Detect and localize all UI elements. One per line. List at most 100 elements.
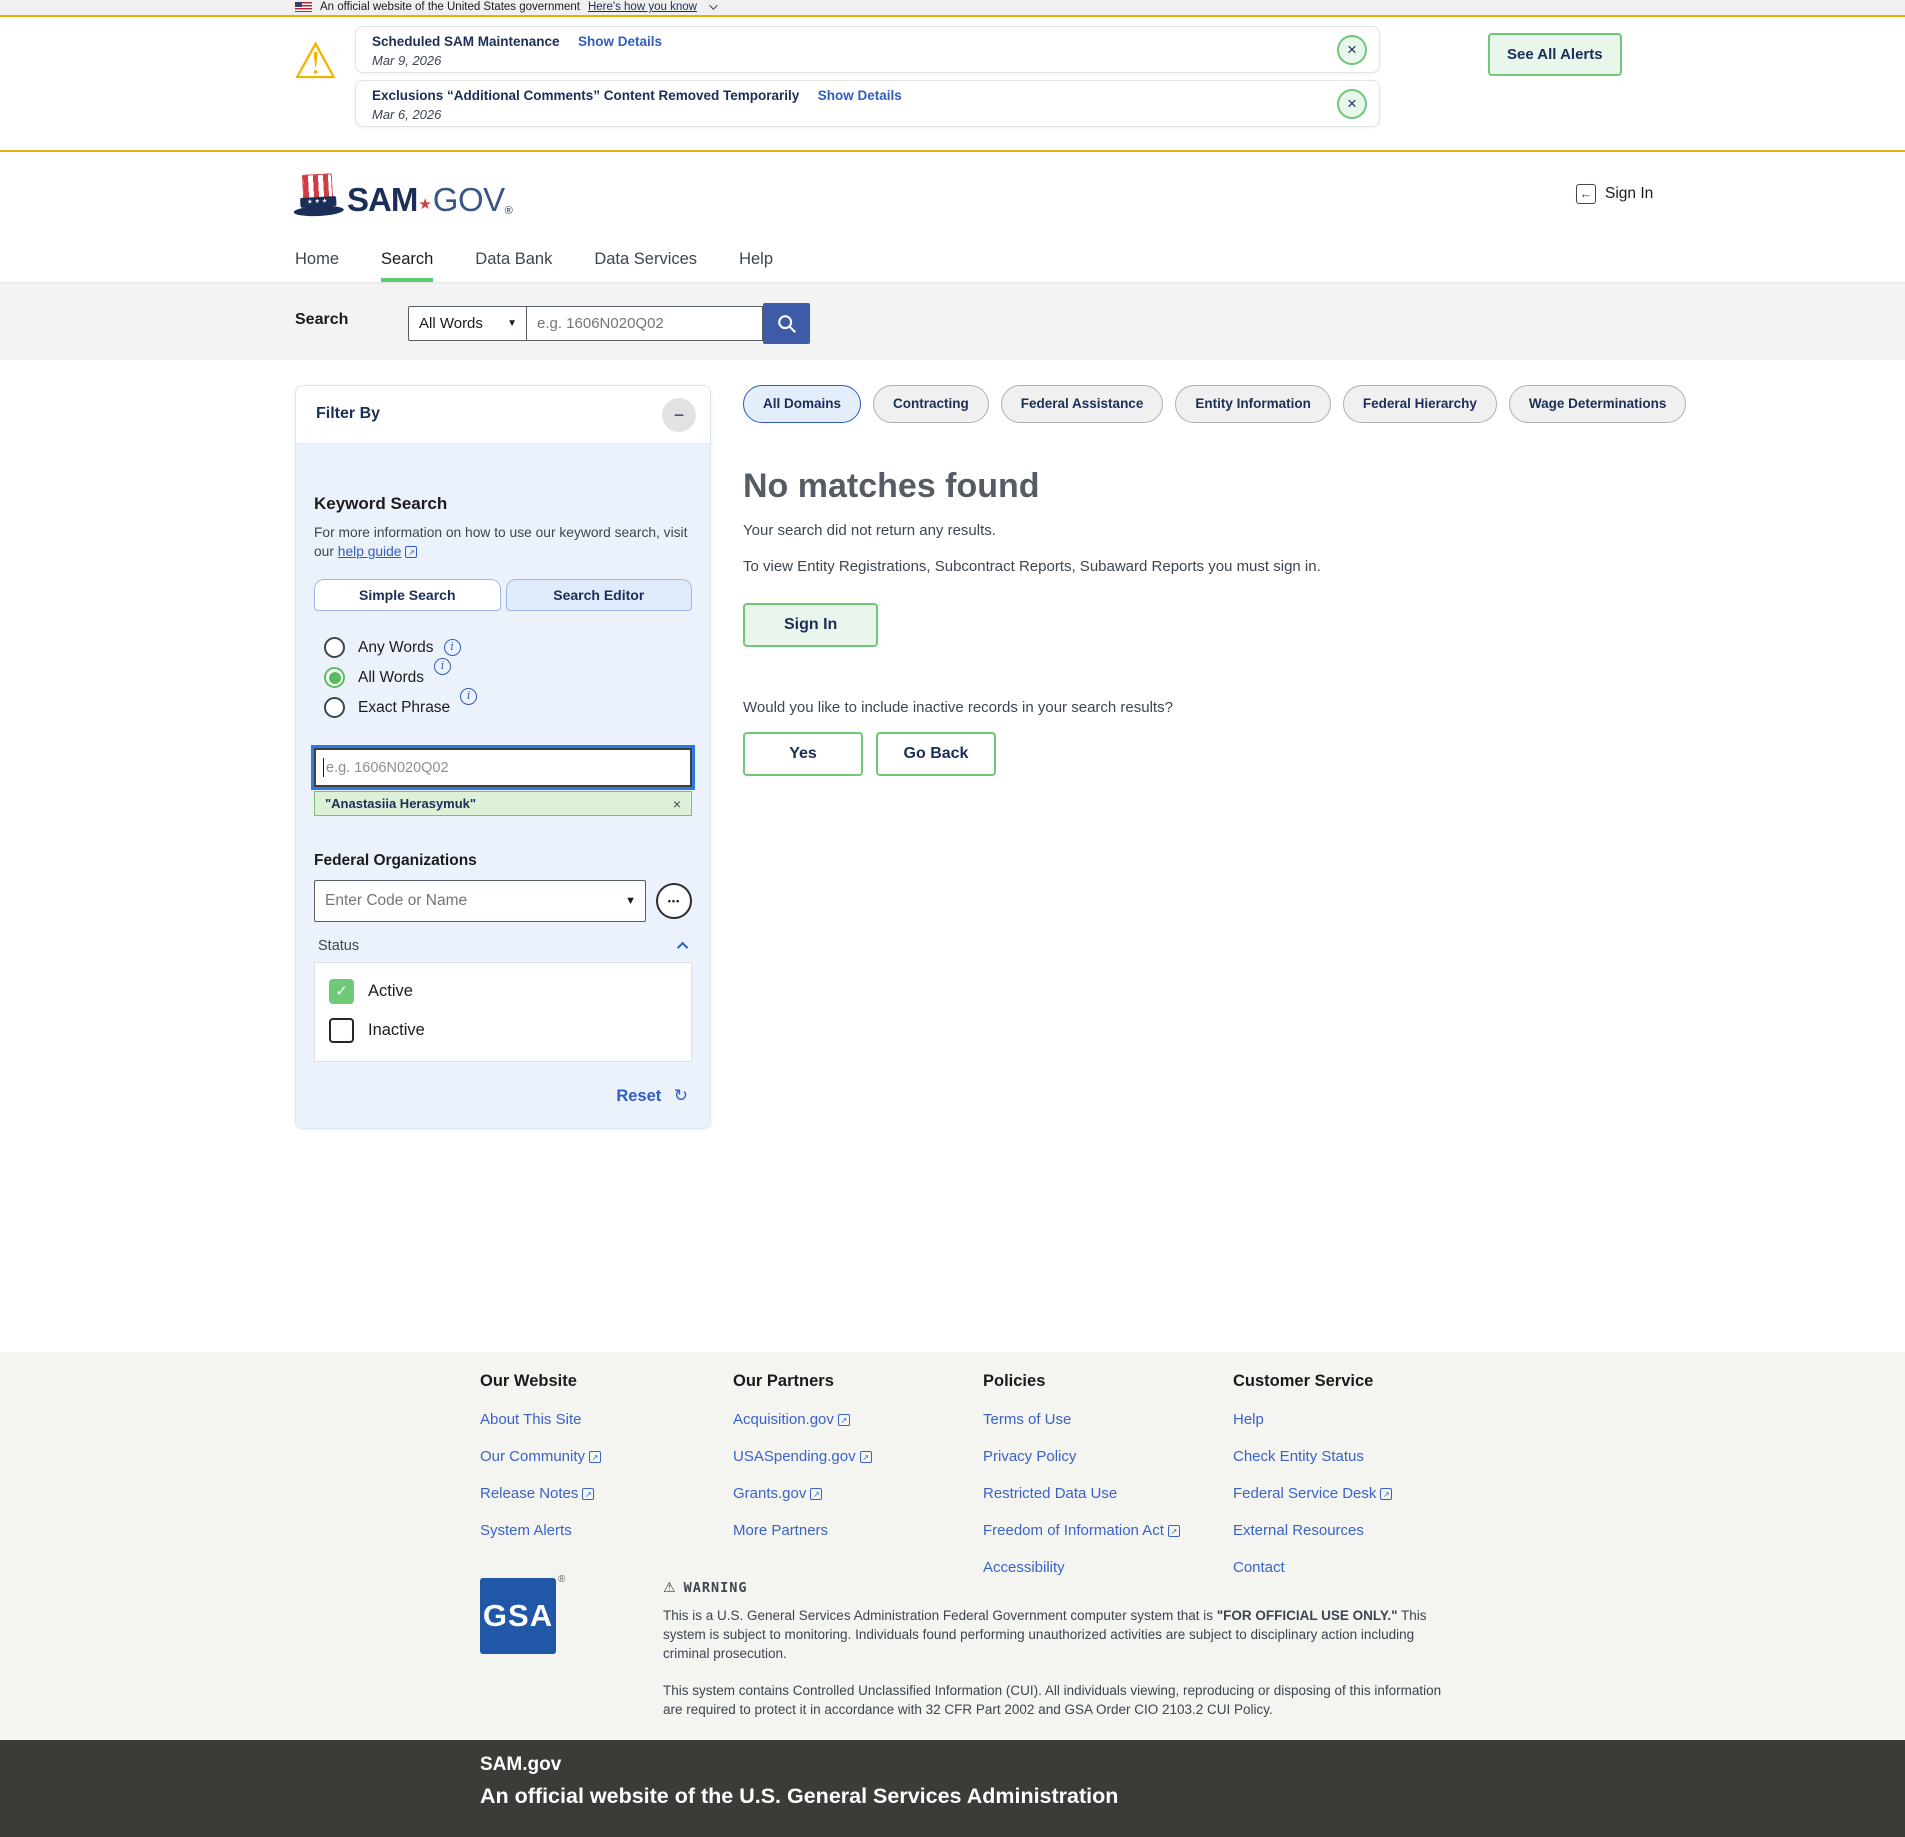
radio-label[interactable]: Exact Phrase — [358, 699, 450, 717]
alert-exclusions: Exclusions “Additional Comments” Content… — [355, 80, 1380, 127]
radio-label[interactable]: Any Words — [358, 639, 434, 657]
logo-text-gov: GOV — [433, 180, 505, 220]
status-label: Status — [318, 938, 359, 954]
federal-organizations-heading: Federal Organizations — [314, 852, 692, 870]
show-details-link[interactable]: Show Details — [578, 34, 662, 49]
checkbox-inactive[interactable] — [329, 1018, 354, 1043]
footer-link-acquisition-gov[interactable]: Acquisition.gov↗ — [733, 1411, 983, 1428]
nav-item-data-bank[interactable]: Data Bank — [475, 250, 552, 282]
footer-link-grants-gov[interactable]: Grants.gov↗ — [733, 1485, 983, 1502]
radio-any-words[interactable] — [324, 637, 345, 658]
how-you-know-link[interactable]: Here's how you know — [588, 1, 697, 13]
search-mode-value: All Words — [419, 315, 483, 332]
dropdown-arrow-icon[interactable]: ▼ — [625, 880, 636, 922]
federal-org-input[interactable] — [314, 880, 646, 922]
tab-search-editor[interactable]: Search Editor — [506, 579, 693, 611]
footer-link-terms-of-use[interactable]: Terms of Use — [983, 1411, 1233, 1428]
check-icon: ✓ — [335, 983, 348, 1000]
status-option-active[interactable]: ✓ Active — [329, 979, 677, 1004]
domain-pill-all-domains[interactable]: All Domains — [743, 385, 861, 423]
warning-triangle-icon: ⚠ — [293, 35, 338, 87]
footer-link-more-partners[interactable]: More Partners — [733, 1522, 983, 1539]
warning-icon: ⚠ — [663, 1580, 676, 1596]
status-option-inactive[interactable]: Inactive — [329, 1018, 677, 1043]
sign-in-label: Sign In — [1605, 185, 1653, 203]
alert-title: Scheduled SAM Maintenance — [372, 34, 560, 49]
footer-link-help[interactable]: Help — [1233, 1411, 1483, 1428]
footer-link-contact[interactable]: Contact — [1233, 1559, 1483, 1576]
info-icon[interactable]: i — [444, 639, 461, 656]
reset-filters-link[interactable]: Reset — [616, 1087, 661, 1105]
footer-link-release-notes[interactable]: Release Notes↗ — [480, 1485, 730, 1502]
site-footer: Our Website About This Site Our Communit… — [0, 1352, 1905, 1740]
warning-title: WARNING — [684, 1580, 748, 1596]
radio-label[interactable]: All Words — [358, 669, 424, 687]
info-icon[interactable]: i — [434, 658, 451, 675]
global-search-input[interactable] — [527, 306, 763, 341]
search-mode-select[interactable]: All Words ▼ — [408, 306, 527, 341]
footer-link-external-resources[interactable]: External Resources — [1233, 1522, 1483, 1539]
nav-item-help[interactable]: Help — [739, 250, 773, 282]
footer-link-privacy-policy[interactable]: Privacy Policy — [983, 1448, 1233, 1465]
tab-simple-search[interactable]: Simple Search — [314, 579, 501, 611]
alerts-section: ⚠ Scheduled SAM Maintenance Show Details… — [0, 17, 1905, 152]
footer-heading: Our Partners — [733, 1372, 983, 1391]
include-inactive-question: Would you like to include inactive recor… — [743, 699, 1863, 716]
domain-pill-contracting[interactable]: Contracting — [873, 385, 989, 423]
alert-maintenance: Scheduled SAM Maintenance Show Details M… — [355, 26, 1380, 73]
info-icon[interactable]: i — [460, 688, 477, 705]
footer-link-about-this-site[interactable]: About This Site — [480, 1411, 730, 1428]
minus-icon: − — [674, 405, 685, 425]
footer-link-check-entity-status[interactable]: Check Entity Status — [1233, 1448, 1483, 1465]
domain-pill-federal-assistance[interactable]: Federal Assistance — [1001, 385, 1164, 423]
radio-exact-phrase[interactable] — [324, 697, 345, 718]
nav-item-home[interactable]: Home — [295, 250, 339, 282]
gov-banner: An official website of the United States… — [0, 0, 1905, 17]
domain-pill-wage-determinations[interactable]: Wage Determinations — [1509, 385, 1687, 423]
external-link-icon: ↗ — [582, 1488, 594, 1500]
footer-link-foia[interactable]: Freedom of Information Act↗ — [983, 1522, 1233, 1539]
sam-gov-logo[interactable]: ★★★ SAM ★ GOV ® — [293, 172, 513, 220]
dropdown-arrow-icon: ▼ — [507, 307, 517, 340]
main-content: Filter By − Keyword Search For more info… — [0, 360, 1905, 1352]
footer-link-usaspending-gov[interactable]: USASpending.gov↗ — [733, 1448, 983, 1465]
reset-icon[interactable]: ↻ — [674, 1086, 688, 1105]
footer-heading: Policies — [983, 1372, 1233, 1391]
chevron-down-icon[interactable] — [709, 1, 717, 9]
footer-link-accessibility[interactable]: Accessibility — [983, 1559, 1233, 1576]
more-options-button[interactable]: ••• — [656, 883, 692, 919]
sam-gov-page: An official website of the United States… — [0, 0, 1905, 1837]
domain-pill-entity-information[interactable]: Entity Information — [1175, 385, 1331, 423]
go-back-button[interactable]: Go Back — [876, 732, 996, 776]
footer-link-restricted-data-use[interactable]: Restricted Data Use — [983, 1485, 1233, 1502]
footer-col-our-website: Our Website About This Site Our Communit… — [480, 1372, 730, 1539]
close-alert-button[interactable]: × — [1337, 89, 1367, 119]
help-guide-link[interactable]: help guide — [338, 544, 402, 559]
search-button[interactable] — [763, 303, 810, 344]
sign-in-button[interactable]: Sign In — [743, 603, 878, 647]
footer-link-system-alerts[interactable]: System Alerts — [480, 1522, 730, 1539]
gov-banner-text: An official website of the United States… — [320, 1, 580, 13]
radio-all-words[interactable] — [324, 667, 345, 688]
nav-item-data-services[interactable]: Data Services — [594, 250, 697, 282]
star-icon: ★ — [418, 190, 431, 220]
collapse-filters-button[interactable]: − — [662, 398, 696, 432]
sign-in-link[interactable]: ← Sign In — [1576, 184, 1653, 204]
domain-pill-federal-hierarchy[interactable]: Federal Hierarchy — [1343, 385, 1497, 423]
chevron-up-icon[interactable] — [677, 942, 688, 953]
warning-block: ⚠WARNING This is a U.S. General Services… — [663, 1580, 1463, 1719]
close-alert-button[interactable]: × — [1337, 35, 1367, 65]
footer-link-our-community[interactable]: Our Community↗ — [480, 1448, 730, 1465]
remove-chip-icon[interactable]: × — [673, 796, 681, 812]
yes-button[interactable]: Yes — [743, 732, 863, 776]
keyword-search-input[interactable] — [314, 748, 692, 787]
see-all-alerts-button[interactable]: See All Alerts — [1488, 33, 1622, 76]
keyword-chip-value: "Anastasiia Herasymuk" — [325, 796, 476, 811]
footer-link-federal-service-desk[interactable]: Federal Service Desk↗ — [1233, 1485, 1483, 1502]
show-details-link[interactable]: Show Details — [818, 88, 902, 103]
primary-nav: Home Search Data Bank Data Services Help — [0, 245, 1905, 283]
nav-item-search[interactable]: Search — [381, 250, 433, 282]
checkbox-active[interactable]: ✓ — [329, 979, 354, 1004]
results-area: All Domains Contracting Federal Assistan… — [743, 385, 1863, 776]
checkbox-label: Inactive — [368, 1021, 425, 1040]
